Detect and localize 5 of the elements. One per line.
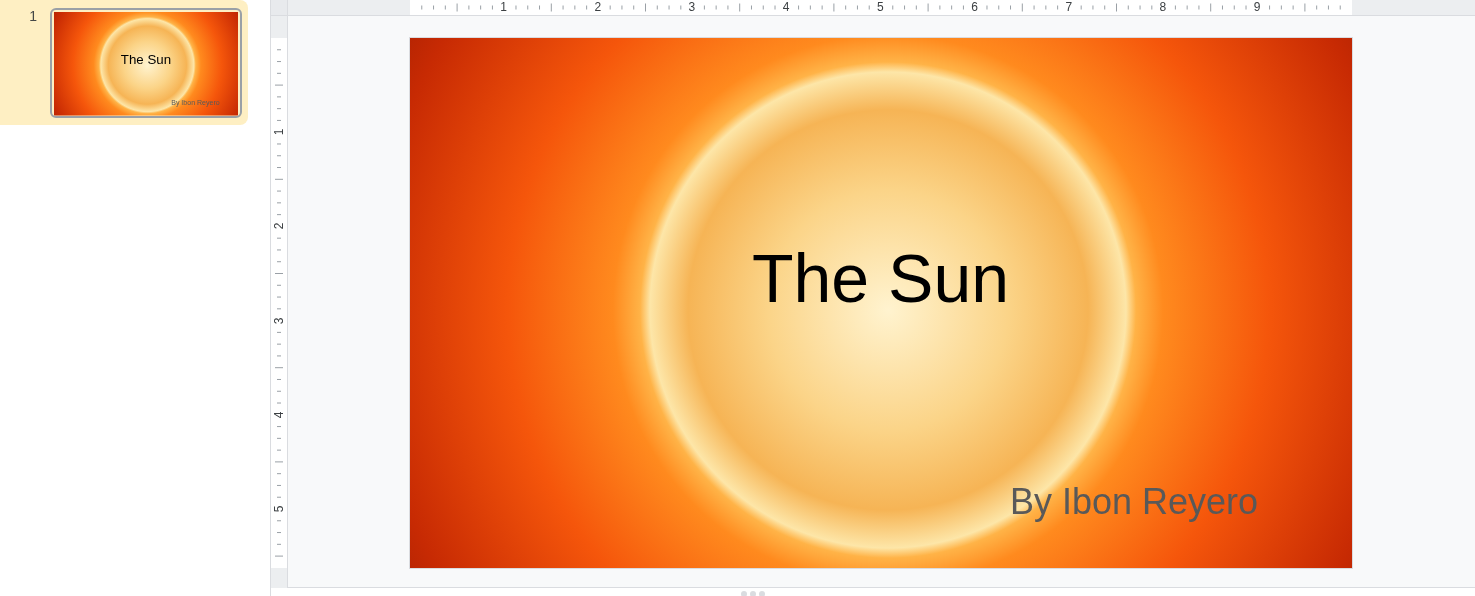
- slide-title: The Sun: [120, 51, 171, 67]
- slide-subtitle: By Ibon Reyero: [1010, 480, 1259, 524]
- resize-handle-icon[interactable]: [740, 588, 766, 596]
- slide-number: 1: [28, 8, 38, 26]
- slide-title: The Sun: [752, 239, 1010, 318]
